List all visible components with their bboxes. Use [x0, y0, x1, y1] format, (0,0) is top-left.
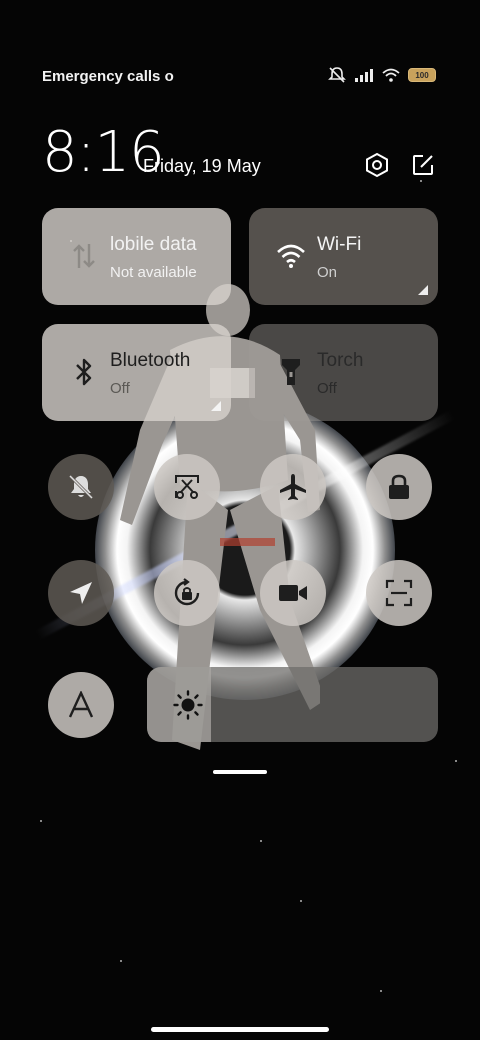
rotation-lock-icon — [174, 578, 200, 606]
expand-corner-icon[interactable] — [418, 285, 428, 295]
bluetooth-icon — [68, 356, 100, 388]
airplane-toggle[interactable] — [260, 454, 326, 520]
status-bar: Emergency calls o 100 — [0, 60, 480, 92]
letter-a-icon — [68, 691, 94, 718]
video-camera-icon — [279, 585, 307, 601]
home-indicator[interactable] — [151, 1027, 329, 1032]
scan-icon — [385, 579, 413, 607]
tile-bluetooth-label: Bluetooth — [110, 350, 191, 371]
location-arrow-icon — [70, 582, 92, 604]
screenshot-toggle[interactable] — [154, 454, 220, 520]
mute-toggle[interactable] — [48, 454, 114, 520]
airplane-icon — [280, 474, 306, 500]
wifi-status-icon — [382, 68, 400, 82]
tile-mobile-data-label: lobile data — [110, 234, 197, 255]
tile-torch-status: Off — [317, 380, 337, 397]
tile-wifi-status: On — [317, 264, 338, 281]
settings-hexagon-icon — [366, 152, 388, 178]
carrier-text: Emergency calls o — [42, 68, 174, 85]
edit-icon — [413, 155, 433, 175]
tile-mobile-data[interactable]: lobile data Not available — [42, 208, 231, 305]
tile-wifi[interactable]: Wi-Fi On — [249, 208, 438, 305]
scanner-toggle[interactable] — [366, 560, 432, 626]
expand-corner-icon[interactable] — [211, 401, 221, 411]
signal-icon — [355, 69, 373, 82]
location-toggle[interactable] — [48, 560, 114, 626]
panel-drag-handle[interactable] — [213, 770, 267, 774]
lock-icon — [389, 474, 409, 499]
silent-bell-icon — [328, 67, 346, 83]
auto-brightness-toggle[interactable] — [48, 672, 114, 738]
bell-off-icon — [68, 474, 94, 500]
edit-button[interactable] — [409, 151, 437, 179]
scissors-icon — [175, 475, 199, 499]
screen-record-toggle[interactable] — [260, 560, 326, 626]
rotation-lock-toggle[interactable] — [154, 560, 220, 626]
tile-bluetooth-status: Off — [110, 380, 130, 397]
tile-wifi-label: Wi-Fi — [317, 234, 362, 255]
tile-bluetooth[interactable]: Bluetooth Off — [42, 324, 231, 421]
wifi-icon — [275, 240, 307, 272]
tile-torch-label: Torch — [317, 350, 364, 371]
tile-mobile-data-status: Not available — [110, 264, 197, 281]
sun-icon — [173, 690, 203, 720]
settings-button[interactable] — [363, 151, 391, 179]
tile-torch[interactable]: Torch Off — [249, 324, 438, 421]
date: Friday, 19 May — [143, 156, 261, 176]
brightness-slider[interactable] — [147, 667, 438, 742]
battery-icon: 100 — [408, 68, 436, 82]
torch-icon — [275, 356, 307, 388]
status-icons: 100 — [328, 67, 436, 83]
lock-toggle[interactable] — [366, 454, 432, 520]
mobile-data-arrows-icon — [68, 240, 100, 272]
